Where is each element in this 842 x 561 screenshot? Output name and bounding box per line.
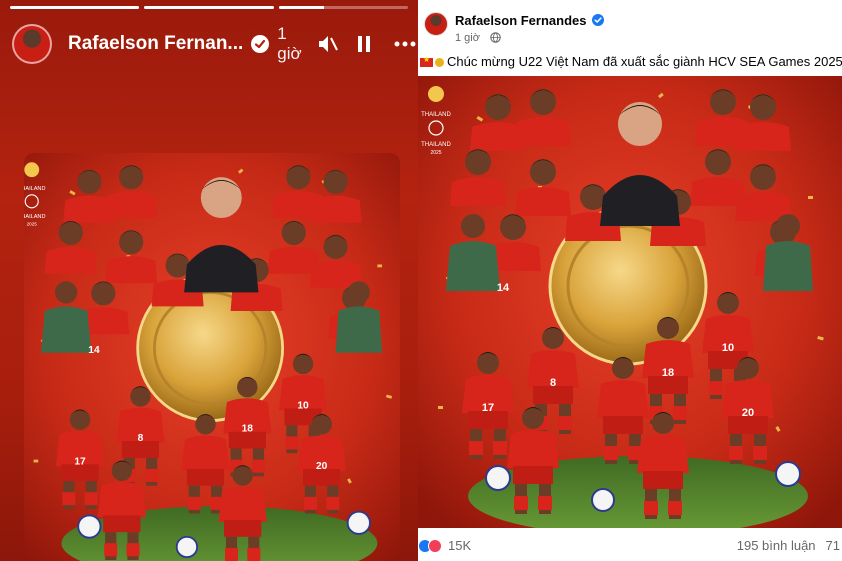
progress-fill bbox=[144, 6, 274, 9]
story-author-name[interactable]: Rafaelson Fernan... bbox=[68, 33, 243, 55]
facebook-post: Rafaelson Fernandes 1 giờ Chúc mừng U22 … bbox=[418, 0, 842, 561]
team-poster-illustration bbox=[24, 153, 400, 561]
progress-fill bbox=[278, 6, 324, 9]
post-author-name[interactable]: Rafaelson Fernandes bbox=[455, 13, 587, 28]
more-icon[interactable] bbox=[394, 41, 416, 47]
comment-count[interactable]: 195 bình luận bbox=[737, 538, 816, 553]
avatar[interactable] bbox=[12, 24, 52, 64]
story-timestamp: 1 giờ bbox=[277, 24, 302, 63]
globe-icon bbox=[490, 32, 501, 43]
reaction-count[interactable]: 15K bbox=[448, 538, 471, 553]
post-caption-text: Chúc mừng U22 Việt Nam đã xuất sắc giành… bbox=[447, 54, 842, 69]
volume-muted-icon[interactable] bbox=[316, 32, 340, 56]
story-progress-segment bbox=[144, 6, 274, 9]
vietnam-flag-icon bbox=[420, 55, 433, 67]
story-poster-image bbox=[24, 153, 400, 561]
post-caption: Chúc mừng U22 Việt Nam đã xuất sắc giành… bbox=[420, 54, 842, 69]
post-stats-bar: 15K 195 bình luận 71 bbox=[418, 530, 842, 561]
team-poster-illustration: THAILAND THAILAND 2025 bbox=[418, 76, 842, 528]
avatar[interactable] bbox=[424, 12, 448, 36]
screenshot-root: Rafaelson Fernan... 1 giờ Rafaelson Fern… bbox=[0, 0, 842, 561]
story-progress-segment bbox=[10, 6, 140, 9]
story-viewer: Rafaelson Fernan... 1 giờ bbox=[0, 0, 418, 561]
pause-icon[interactable] bbox=[356, 34, 372, 54]
story-progress bbox=[10, 6, 408, 9]
verified-icon bbox=[592, 14, 604, 26]
post-timestamp[interactable]: 1 giờ bbox=[455, 32, 480, 44]
reactions-summary[interactable] bbox=[418, 538, 442, 553]
progress-fill bbox=[10, 6, 140, 9]
story-header: Rafaelson Fernan... 1 giờ bbox=[12, 22, 416, 66]
post-image[interactable]: THAILAND THAILAND 2025 bbox=[418, 76, 842, 528]
love-reaction-icon bbox=[428, 538, 442, 553]
share-count[interactable]: 71 bbox=[826, 538, 840, 553]
verified-icon bbox=[251, 35, 270, 53]
story-progress-segment bbox=[278, 6, 408, 9]
medal-icon bbox=[435, 58, 444, 67]
post-header: Rafaelson Fernandes 1 giờ bbox=[422, 8, 842, 48]
